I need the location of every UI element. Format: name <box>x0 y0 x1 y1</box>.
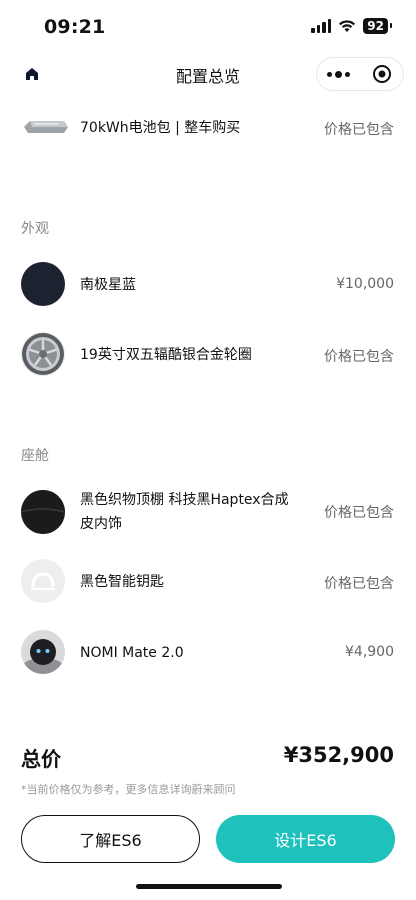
battery-pack-image <box>20 106 70 150</box>
wifi-icon <box>339 20 356 32</box>
key-image <box>21 559 65 603</box>
paint-swatch <box>21 262 65 306</box>
wheel-image <box>21 332 65 376</box>
nomi-price: ¥4,900 <box>345 644 394 660</box>
total-price-value: ¥352,900 <box>283 743 394 767</box>
battery-icon: 92 <box>363 18 392 34</box>
status-icons: 92 <box>311 18 392 34</box>
key-label: 黑色智能钥匙 <box>80 574 164 590</box>
interior-label-line2: 皮内饰 <box>80 516 122 532</box>
wheel-label: 19英寸双五辐酷银合金轮圈 <box>80 347 252 363</box>
nomi-image <box>21 630 65 674</box>
miniprogram-capsule <box>316 57 404 91</box>
section-title-exterior: 外观 <box>21 221 49 237</box>
nomi-label: NOMI Mate 2.0 <box>80 645 184 661</box>
status-bar: 09:21 92 <box>0 0 416 52</box>
design-es6-button[interactable]: 设计ES6 <box>216 815 395 863</box>
list-item-wheels: 19英寸双五辐酷银合金轮圈 价格已包含 <box>0 332 416 378</box>
battery-pack-label: 70kWh电池包 | 整车购买 <box>80 120 241 136</box>
key-price: 价格已包含 <box>324 576 394 592</box>
wheel-price: 价格已包含 <box>324 349 394 365</box>
price-disclaimer: *当前价格仅为参考，更多信息详询蔚来顾问 <box>21 783 236 796</box>
list-item-interior: 黑色织物顶棚 科技黑Haptex合成 皮内饰 价格已包含 <box>0 488 416 536</box>
list-item-battery-pack: 70kWh电池包 | 整车购买 价格已包含 <box>0 104 416 152</box>
paint-price: ¥10,000 <box>336 276 394 292</box>
nav-bar: 配置总览 <box>0 52 416 96</box>
more-dot-icon <box>335 70 342 78</box>
target-close-icon <box>372 65 391 83</box>
section-title-cabin: 座舱 <box>21 448 49 464</box>
learn-es6-button[interactable]: 了解ES6 <box>21 815 200 863</box>
more-dot-icon <box>327 71 332 77</box>
list-item-nomi: NOMI Mate 2.0 ¥4,900 <box>0 630 416 676</box>
paint-label: 南极星蓝 <box>80 277 136 293</box>
interior-price: 价格已包含 <box>324 505 394 521</box>
home-indicator <box>136 884 282 889</box>
list-item-paint: 南极星蓝 ¥10,000 <box>0 262 416 308</box>
close-miniprogram-button[interactable] <box>360 58 403 90</box>
more-dot-icon <box>345 71 350 77</box>
list-item-key: 黑色智能钥匙 价格已包含 <box>0 559 416 605</box>
interior-label-line1: 黑色织物顶棚 科技黑Haptex合成 <box>80 492 289 508</box>
signal-icon <box>311 19 332 33</box>
status-time: 09:21 <box>44 16 106 38</box>
interior-label: 黑色织物顶棚 科技黑Haptex合成 皮内饰 <box>80 488 289 536</box>
total-price-label: 总价 <box>21 747 61 771</box>
battery-pack-price: 价格已包含 <box>324 122 394 138</box>
more-button[interactable] <box>317 58 360 90</box>
interior-swatch <box>21 490 65 534</box>
